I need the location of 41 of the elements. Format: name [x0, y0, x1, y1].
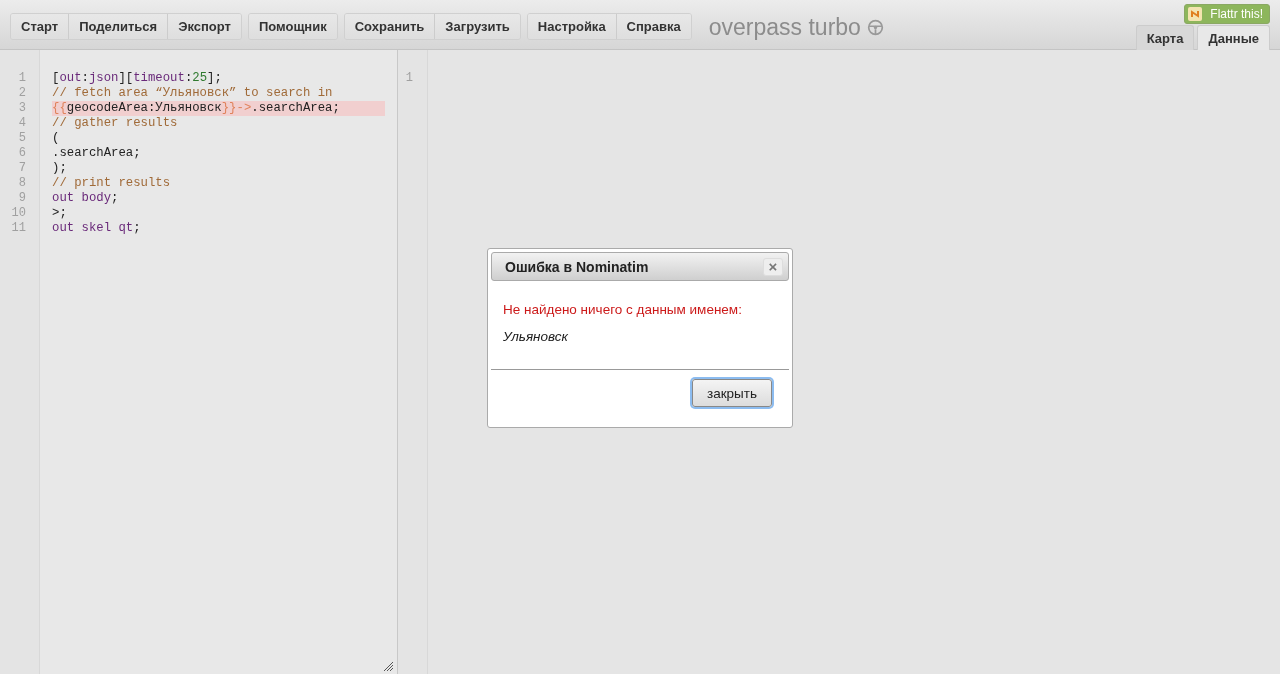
toolbar-button[interactable]: Настройка	[527, 14, 616, 39]
toolbar-button[interactable]: Помощник	[248, 14, 337, 39]
toolbar-button[interactable]: Старт	[11, 14, 69, 39]
line-number: 8	[17, 176, 27, 191]
line-number: 4	[17, 116, 27, 131]
toolbar-button[interactable]: Поделиться	[68, 14, 168, 39]
line-number: 1	[404, 71, 414, 86]
code-line: (	[52, 131, 61, 146]
code-line: // gather results	[52, 116, 179, 131]
line-number: 9	[17, 191, 27, 206]
error-message: Не найдено ничего с данным именем:	[503, 302, 743, 317]
view-tab[interactable]: Данные	[1197, 25, 1270, 50]
code-line: out body;	[52, 191, 120, 206]
code-line: // print results	[52, 176, 172, 191]
code-line: );	[52, 161, 68, 176]
steering-wheel-icon	[866, 19, 884, 36]
line-number: 5	[17, 131, 27, 146]
line-number: 1	[17, 71, 27, 86]
toolbar-button[interactable]: Справка	[615, 14, 691, 39]
search-query: Ульяновск	[503, 329, 569, 344]
code-line: // fetch area “Ульяновск” to search in	[52, 86, 334, 101]
close-dialog-button[interactable]: закрыть	[691, 379, 772, 407]
close-button[interactable]: ×	[763, 257, 783, 276]
line-number: 10	[10, 206, 27, 221]
code-line: >;	[52, 206, 68, 221]
code-line: out skel qt;	[52, 221, 142, 236]
toolbar-button[interactable]: Экспорт	[167, 14, 241, 39]
line-number: 2	[17, 86, 27, 101]
code-line: [out:json][timeout:25];	[52, 71, 223, 86]
line-number: 6	[17, 146, 27, 161]
view-tab[interactable]: Карта	[1135, 25, 1195, 50]
toolbar-button[interactable]: Сохранить	[344, 14, 435, 39]
code-line: .searchArea;	[52, 146, 142, 161]
line-number: 11	[10, 221, 27, 236]
line-number: 3	[17, 101, 27, 116]
app-title: overpass turbo	[708, 14, 861, 41]
resize-handle-icon[interactable]	[384, 662, 393, 671]
toolbar-button[interactable]: Загрузить	[434, 14, 520, 39]
flattr-logo-icon	[1188, 7, 1203, 21]
line-number: 7	[17, 161, 27, 176]
dialog-title: Ошибка в Nominatim	[505, 258, 649, 275]
